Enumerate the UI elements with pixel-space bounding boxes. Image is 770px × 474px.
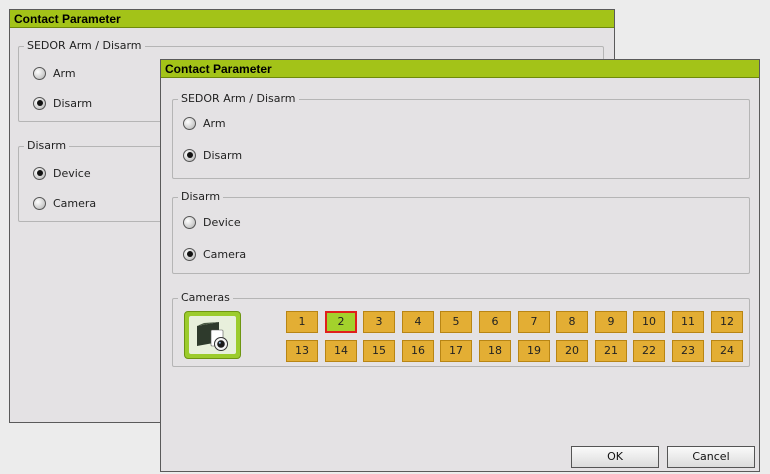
front-arm-radio[interactable]: Arm	[183, 115, 226, 131]
camera-button-24[interactable]: 24	[711, 340, 743, 362]
back-disarm-radio[interactable]: Disarm	[33, 95, 92, 111]
back-arm-radio-label: Arm	[53, 66, 76, 80]
camera-glyph-icon	[197, 322, 228, 351]
cancel-button[interactable]: Cancel	[667, 446, 755, 468]
back-device-radio-label: Device	[53, 166, 91, 180]
front-device-radio-label: Device	[203, 215, 241, 229]
back-disarm-target-legend: Disarm	[24, 139, 70, 153]
camera-button-8[interactable]: 8	[556, 311, 588, 333]
front-cameras-legend: Cameras	[178, 291, 233, 305]
camera-button-14[interactable]: 14	[325, 340, 357, 362]
front-cameras-group: Cameras 1 2 3 4 5 6 7 8 9 10 11 12 13 14 15 16 17 18 19 20 2…	[172, 291, 750, 367]
camera-icon-frame	[189, 316, 236, 354]
front-arm-radio-label: Arm	[203, 116, 226, 130]
camera-button-4[interactable]: 4	[402, 311, 434, 333]
front-dialog: Contact Parameter SEDOR Arm / Disarm Arm…	[160, 59, 760, 472]
back-arm-radio-circle[interactable]	[33, 66, 46, 80]
camera-button-20[interactable]: 20	[556, 340, 588, 362]
camera-button-1[interactable]: 1	[286, 311, 318, 333]
front-disarm-target-group: Disarm Device Camera	[172, 190, 750, 274]
ok-button[interactable]: OK	[571, 446, 659, 468]
front-camera-radio-label: Camera	[203, 247, 247, 261]
camera-button-2[interactable]: 2	[325, 311, 357, 333]
camera-button-21[interactable]: 21	[595, 340, 627, 362]
camera-button-19[interactable]: 19	[518, 340, 550, 362]
front-disarm-radio[interactable]: Disarm	[183, 147, 242, 163]
back-camera-radio-label: Camera	[53, 196, 97, 210]
camera-button-10[interactable]: 10	[633, 311, 665, 333]
camera-button-9[interactable]: 9	[595, 311, 627, 333]
camera-button-23[interactable]: 23	[672, 340, 704, 362]
camera-button-22[interactable]: 22	[633, 340, 665, 362]
front-device-radio-circle[interactable]	[183, 215, 196, 229]
camera-button-3[interactable]: 3	[363, 311, 395, 333]
camera-button-11[interactable]: 11	[672, 311, 704, 333]
camera-button-13[interactable]: 13	[286, 340, 318, 362]
camera-button-7[interactable]: 7	[518, 311, 550, 333]
camera-button-18[interactable]: 18	[479, 340, 511, 362]
front-disarm-radio-label: Disarm	[203, 148, 243, 162]
front-disarm-target-legend: Disarm	[178, 190, 224, 204]
back-disarm-radio-label: Disarm	[53, 96, 93, 110]
back-camera-radio-circle[interactable]	[33, 196, 46, 210]
back-arm-disarm-legend: SEDOR Arm / Disarm	[24, 39, 145, 53]
front-dialog-titlebar[interactable]: Contact Parameter	[161, 60, 759, 78]
front-arm-disarm-legend: SEDOR Arm / Disarm	[178, 92, 299, 106]
camera-button-6[interactable]: 6	[479, 311, 511, 333]
front-camera-radio-circle[interactable]	[183, 247, 196, 261]
camera-button-17[interactable]: 17	[440, 340, 472, 362]
back-camera-radio[interactable]: Camera	[33, 195, 96, 211]
front-disarm-radio-circle[interactable]	[183, 148, 196, 162]
camera-button-16[interactable]: 16	[402, 340, 434, 362]
back-device-radio-circle[interactable]	[33, 166, 46, 180]
camera-button-15[interactable]: 15	[363, 340, 395, 362]
back-arm-radio[interactable]: Arm	[33, 65, 76, 81]
front-device-radio[interactable]: Device	[183, 214, 241, 230]
front-arm-radio-circle[interactable]	[183, 116, 196, 130]
screen: Contact Parameter SEDOR Arm / Disarm Arm…	[0, 0, 770, 474]
back-disarm-radio-circle[interactable]	[33, 96, 46, 110]
front-arm-disarm-group: SEDOR Arm / Disarm Arm Disarm	[172, 92, 750, 179]
camera-button-5[interactable]: 5	[440, 311, 472, 333]
back-device-radio[interactable]: Device	[33, 165, 91, 181]
camera-icon	[184, 311, 241, 359]
front-camera-radio[interactable]: Camera	[183, 246, 246, 262]
camera-button-12[interactable]: 12	[711, 311, 743, 333]
back-dialog-titlebar[interactable]: Contact Parameter	[10, 10, 614, 28]
